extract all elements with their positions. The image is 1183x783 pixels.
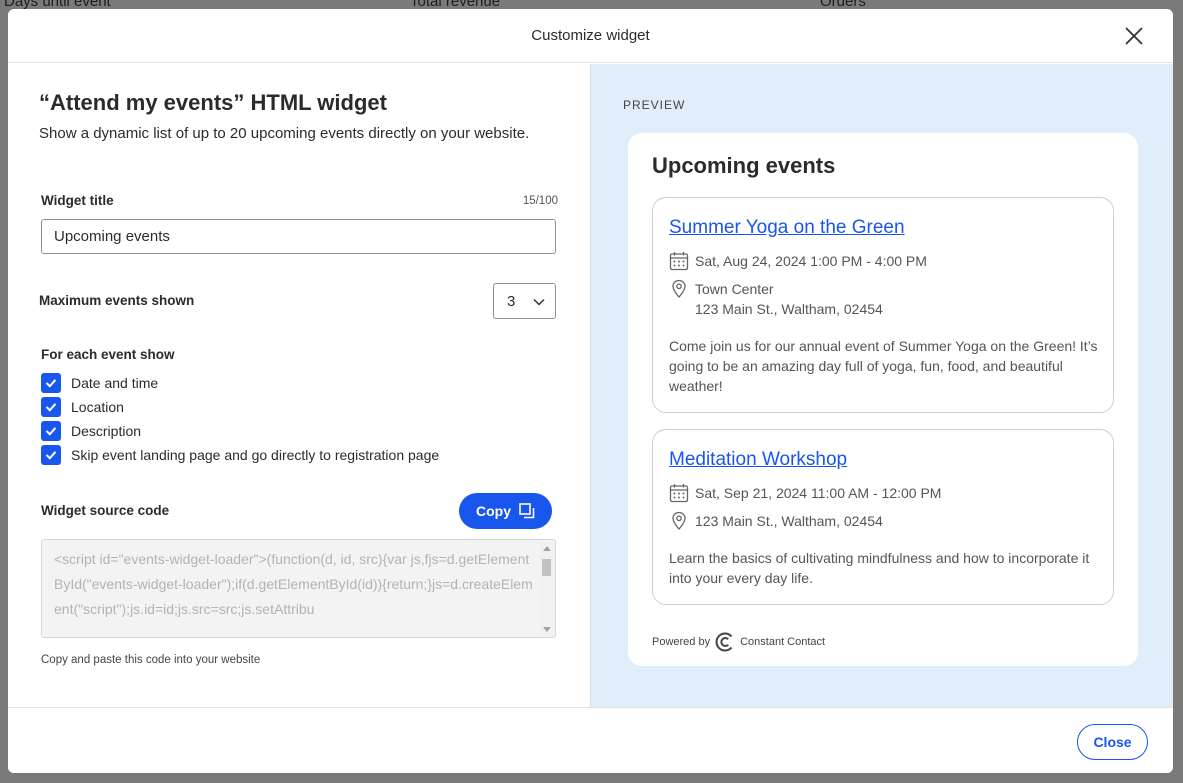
event-description: Come join us for our annual event of Sum… [669,338,1098,394]
event-card: Summer Yoga on the Green Sat, Aug 24, 20… [652,197,1114,413]
location-pin-icon [672,279,686,298]
checkbox-description[interactable]: Description [41,421,141,441]
settings-pane: “Attend my events” HTML widget Show a dy… [8,64,590,707]
event-location: Town Center 123 Main St., Waltham, 02454 [669,279,883,319]
powered-by: Powered by Constant Contact [652,631,825,653]
max-events-select[interactable]: 3 [493,283,556,319]
max-events-label: Maximum events shown [39,293,195,308]
customize-widget-modal: Customize widget “Attend my events” HTML… [8,9,1173,773]
checkbox-label: Skip event landing page and go directly … [71,447,440,463]
event-link[interactable]: Meditation Workshop [669,449,847,471]
constant-contact-logo-icon [715,632,733,652]
event-datetime: Sat, Aug 24, 2024 1:00 PM - 4:00 PM [669,251,927,271]
event-datetime-text: Sat, Aug 24, 2024 1:00 PM - 4:00 PM [695,253,927,269]
code-help-text: Copy and paste this code into your websi… [41,654,261,666]
widget-heading: “Attend my events” HTML widget [39,90,387,115]
checkbox-label: Location [71,399,124,415]
event-location: 123 Main St., Waltham, 02454 [669,511,883,531]
modal-title: Customize widget [531,27,650,44]
copy-icon [519,503,535,519]
calendar-icon [669,252,689,271]
checkbox-checked-icon[interactable] [41,373,61,393]
calendar-icon [669,484,689,503]
widget-title-label: Widget title [41,193,114,208]
event-link[interactable]: Summer Yoga on the Green [669,217,905,239]
scroll-up-icon[interactable] [543,546,551,551]
close-icon[interactable] [1123,25,1145,47]
preview-title: Upcoming events [652,153,836,178]
code-scrollbar[interactable] [540,542,553,636]
checkbox-label: Date and time [71,375,159,391]
checkbox-checked-icon[interactable] [41,397,61,417]
copy-button[interactable]: Copy [459,493,552,529]
checkbox-checked-icon[interactable] [41,421,61,441]
event-location-address: 123 Main St., Waltham, 02454 [695,301,883,317]
checkbox-checked-icon[interactable] [41,445,61,465]
modal-header: Customize widget [8,9,1173,63]
event-datetime: Sat, Sep 21, 2024 11:00 AM - 12:00 PM [669,483,941,503]
widget-title-input[interactable] [41,219,556,254]
close-button[interactable]: Close [1077,724,1148,760]
source-code-label: Widget source code [41,503,170,518]
source-code-box[interactable]: <script id="events-widget-loader">(funct… [41,539,556,638]
chevron-down-icon [533,298,545,306]
preview-pane: PREVIEW Upcoming events Summer Yoga on t… [590,64,1173,707]
event-location-name: Town Center [695,281,774,297]
max-events-value: 3 [507,293,516,310]
event-description: Learn the basics of cultivating mindfuln… [669,550,1090,586]
checkbox-location[interactable]: Location [41,397,124,417]
checkbox-date-time[interactable]: Date and time [41,373,158,393]
scroll-thumb[interactable] [542,559,551,576]
source-code-text[interactable]: <script id="events-widget-loader">(funct… [54,547,534,637]
modal-footer: Close [8,707,1173,773]
powered-by-text: Powered by [652,636,711,648]
event-card: Meditation Workshop Sat, Sep 21, 2024 11… [652,429,1114,605]
location-pin-icon [672,511,686,530]
preview-label: PREVIEW [623,98,686,112]
checkbox-skip-landing[interactable]: Skip event landing page and go directly … [41,445,439,465]
brand-name: Constant Contact [740,636,826,648]
widget-description: Show a dynamic list of up to 20 upcoming… [39,125,530,142]
scroll-down-icon[interactable] [543,627,551,632]
widget-title-counter: 15/100 [522,195,558,207]
event-location-address: 123 Main St., Waltham, 02454 [695,513,883,529]
event-datetime-text: Sat, Sep 21, 2024 11:00 AM - 12:00 PM [695,485,942,501]
preview-card: Upcoming events Summer Yoga on the Green… [628,133,1138,666]
copy-button-label: Copy [476,503,511,519]
for-each-label: For each event show [41,347,175,362]
checkbox-label: Description [71,423,142,439]
